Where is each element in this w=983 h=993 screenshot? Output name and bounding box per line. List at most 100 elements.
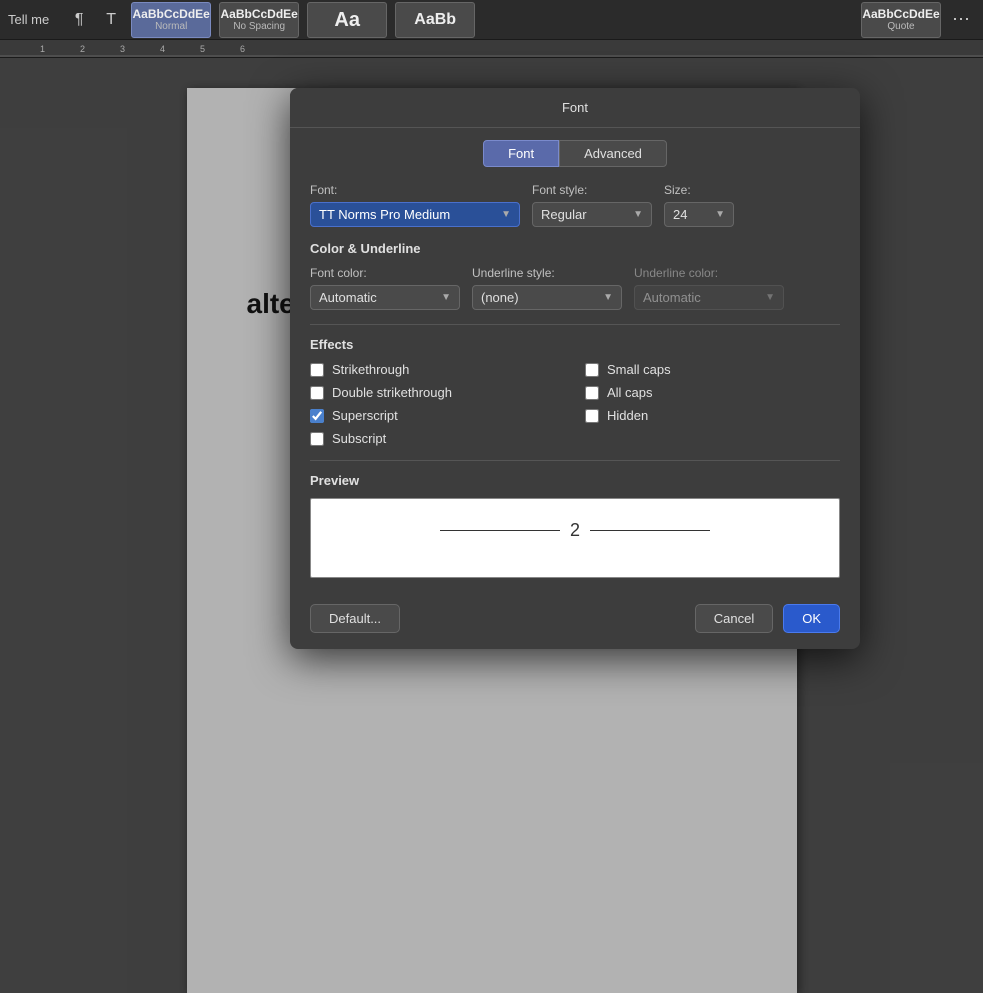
double-strikethrough-checkbox[interactable]: [310, 386, 324, 400]
divider-2: [310, 460, 840, 461]
style-quote-label: Quote: [887, 21, 914, 32]
paragraph-icon[interactable]: ¶: [65, 6, 93, 34]
font-color-chevron: ▼: [441, 292, 451, 303]
subscript-checkbox[interactable]: [310, 432, 324, 446]
svg-text:5: 5: [200, 44, 205, 54]
style-quote-sample: AaBbCcDdEe: [862, 7, 939, 21]
underline-style-field-group: Underline style: (none) ▼: [472, 266, 622, 310]
double-strikethrough-label: Double strikethrough: [332, 385, 452, 400]
style-heading2[interactable]: AaBb: [395, 2, 475, 38]
font-style-field-group: Font style: Regular ▼: [532, 183, 652, 227]
dialog-footer: Default... Cancel OK: [290, 594, 860, 649]
preview-label: Preview: [310, 473, 840, 488]
more-icon[interactable]: ⋯: [947, 6, 975, 34]
effect-small-caps: Small caps: [585, 362, 840, 377]
app-title: Tell me: [8, 12, 49, 27]
divider-1: [310, 324, 840, 325]
dialog-tab-bar: Font Advanced: [290, 128, 860, 167]
hidden-label: Hidden: [607, 408, 648, 423]
effects-grid: Strikethrough Small caps Double striketh…: [310, 362, 840, 446]
font-size-select[interactable]: 24 ▼: [664, 202, 734, 227]
dialog-title: Font: [562, 100, 588, 115]
underline-color-field-group: Underline color: Automatic ▼: [634, 266, 784, 310]
style-no-spacing-label: No Spacing: [233, 21, 285, 32]
effect-all-caps: All caps: [585, 385, 840, 400]
svg-text:1: 1: [40, 44, 45, 54]
font-name-select[interactable]: TT Norms Pro Medium ▼: [310, 202, 520, 227]
underline-color-chevron: ▼: [765, 292, 775, 303]
style-heading2-sample: AaBb: [414, 12, 456, 28]
default-button[interactable]: Default...: [310, 604, 400, 633]
style-heading1-sample: Aa: [334, 10, 360, 30]
ok-button[interactable]: OK: [783, 604, 840, 633]
font-size-chevron: ▼: [715, 209, 725, 220]
underline-color-value: Automatic: [643, 290, 701, 305]
cancel-button[interactable]: Cancel: [695, 604, 773, 633]
underline-style-label: Underline style:: [472, 266, 622, 280]
superscript-checkbox[interactable]: [310, 409, 324, 423]
font-size-field-group: Size: 24 ▼: [664, 183, 734, 227]
effect-hidden: Hidden: [585, 408, 840, 423]
font-style-value: Regular: [541, 207, 587, 222]
superscript-label: Superscript: [332, 408, 398, 423]
preview-line-right: [590, 530, 710, 531]
underline-style-chevron: ▼: [603, 292, 613, 303]
svg-text:6: 6: [240, 44, 245, 54]
style-heading1[interactable]: Aa: [307, 2, 387, 38]
style-no-spacing-sample: AaBbCcDdEe: [221, 7, 298, 21]
underline-color-label: Underline color:: [634, 266, 784, 280]
dialog-body: Font: TT Norms Pro Medium ▼ Font style: …: [290, 167, 860, 594]
footer-right: Cancel OK: [695, 604, 840, 633]
font-row: Font: TT Norms Pro Medium ▼ Font style: …: [310, 183, 840, 227]
underline-style-select[interactable]: (none) ▼: [472, 285, 622, 310]
strikethrough-checkbox[interactable]: [310, 363, 324, 377]
font-color-value: Automatic: [319, 290, 377, 305]
strikethrough-label: Strikethrough: [332, 362, 409, 377]
font-label: Font:: [310, 183, 520, 197]
tab-advanced[interactable]: Advanced: [559, 140, 667, 167]
style-normal-label: Normal: [155, 21, 187, 32]
hidden-checkbox[interactable]: [585, 409, 599, 423]
font-style-chevron: ▼: [633, 209, 643, 220]
preview-character: 2: [570, 520, 580, 541]
toolbar: Tell me ¶ T AaBbCcDdEe Normal AaBbCcDdEe…: [0, 0, 983, 40]
style-normal[interactable]: AaBbCcDdEe Normal: [131, 2, 211, 38]
preview-section: Preview 2: [310, 473, 840, 578]
svg-text:2: 2: [80, 44, 85, 54]
style-no-spacing[interactable]: AaBbCcDdEe No Spacing: [219, 2, 299, 38]
font-size-label: Size:: [664, 183, 734, 197]
font-style-label: Font style:: [532, 183, 652, 197]
effect-strikethrough: Strikethrough: [310, 362, 565, 377]
color-underline-section-title: Color & Underline: [310, 241, 840, 256]
main-area: alternatives2 Font Font Advanced Font:: [0, 58, 983, 993]
all-caps-checkbox[interactable]: [585, 386, 599, 400]
preview-line-left: [440, 530, 560, 531]
underline-color-select[interactable]: Automatic ▼: [634, 285, 784, 310]
font-style-select[interactable]: Regular ▼: [532, 202, 652, 227]
font-size-value: 24: [673, 207, 687, 222]
font-name-chevron: ▼: [501, 209, 511, 220]
subscript-label: Subscript: [332, 431, 386, 446]
font-name-value: TT Norms Pro Medium: [319, 207, 450, 222]
effects-section-title: Effects: [310, 337, 840, 352]
all-caps-label: All caps: [607, 385, 653, 400]
svg-text:4: 4: [160, 44, 165, 54]
font-dialog: Font Font Advanced Font: TT Norms Pro Me…: [290, 88, 860, 649]
tab-font[interactable]: Font: [483, 140, 559, 167]
style-normal-sample: AaBbCcDdEe: [133, 7, 210, 21]
effect-superscript: Superscript: [310, 408, 565, 423]
font-color-select[interactable]: Automatic ▼: [310, 285, 460, 310]
font-color-field-group: Font color: Automatic ▼: [310, 266, 460, 310]
svg-text:3: 3: [120, 44, 125, 54]
color-row: Font color: Automatic ▼ Underline style:…: [310, 266, 840, 310]
underline-style-value: (none): [481, 290, 519, 305]
font-field-group: Font: TT Norms Pro Medium ▼: [310, 183, 520, 227]
text-icon[interactable]: T: [97, 6, 125, 34]
ruler: 1 2 3 4 5 6: [0, 40, 983, 58]
effect-double-strikethrough: Double strikethrough: [310, 385, 565, 400]
preview-box: 2: [310, 498, 840, 578]
style-quote[interactable]: AaBbCcDdEe Quote: [861, 2, 941, 38]
small-caps-checkbox[interactable]: [585, 363, 599, 377]
effect-subscript: Subscript: [310, 431, 565, 446]
small-caps-label: Small caps: [607, 362, 671, 377]
